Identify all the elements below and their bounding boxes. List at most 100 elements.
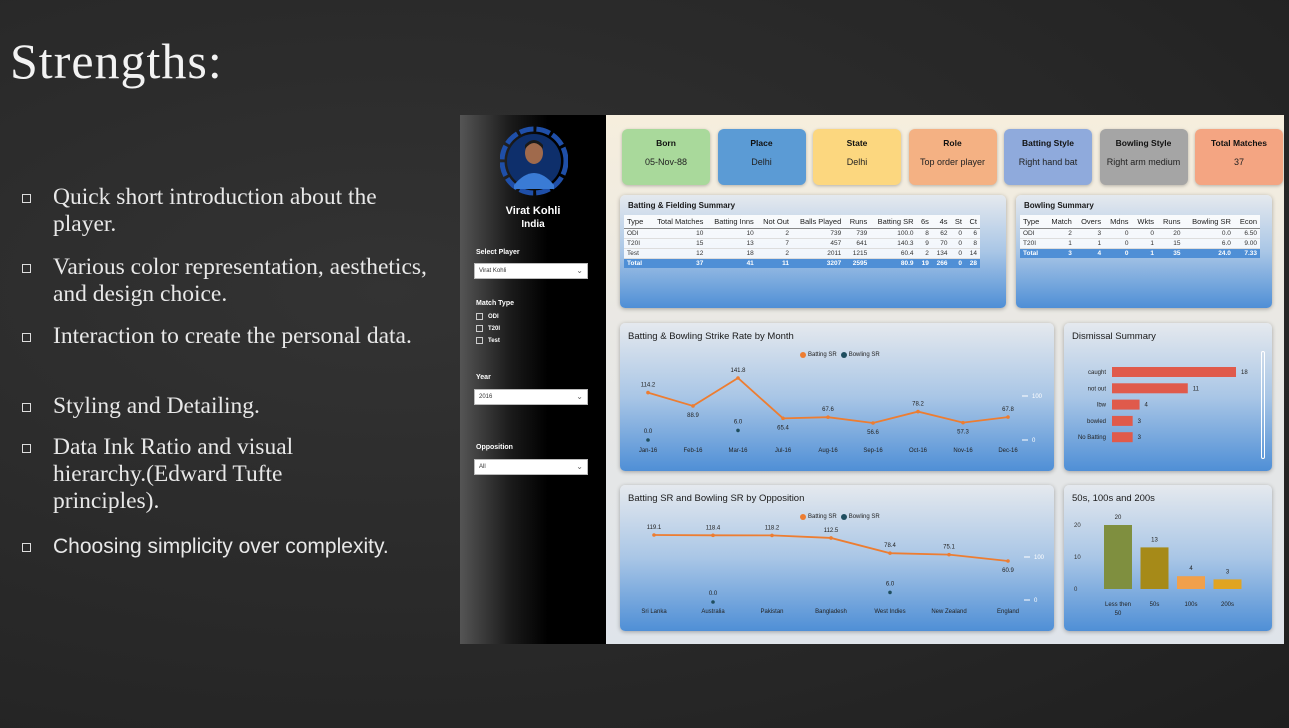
batting-sr-point[interactable] — [829, 536, 833, 540]
table-header-cell[interactable]: Batting Inns — [706, 215, 757, 229]
y-tick-label: 20 — [1074, 523, 1081, 529]
table-cell: T20I — [1020, 238, 1046, 249]
table-cell: 7 — [756, 238, 792, 249]
table-header-cell[interactable]: Mdns — [1104, 215, 1132, 229]
table-header-cell[interactable]: Econ — [1233, 215, 1260, 229]
bullet-text: Data Ink Ratio and visual hierarchy.(Edw… — [53, 434, 294, 514]
table-cell: 15 — [1157, 238, 1184, 249]
table-cell: 20 — [1157, 228, 1184, 239]
batting-sr-point[interactable] — [652, 533, 656, 537]
dashboard-main: Born 05-Nov-88 Place Delhi State Delhi Role Top… — [606, 115, 1284, 644]
batting-sr-point[interactable] — [961, 420, 965, 425]
table-header-cell[interactable]: Wkts — [1131, 215, 1158, 229]
batting-sr-point[interactable] — [947, 552, 951, 557]
table-cell: 0 — [1104, 238, 1132, 249]
table-cell: 8 — [964, 238, 980, 249]
table-header-cell[interactable]: Runs — [1157, 215, 1184, 229]
batting-sr-point[interactable] — [781, 416, 785, 421]
batting-sr-point[interactable] — [888, 551, 892, 555]
info-card-value: Top order player — [919, 157, 986, 167]
table-header-cell[interactable]: Bowling SR — [1183, 215, 1234, 229]
dashboard: Virat Kohli India Select Player Virat Ko… — [460, 115, 1284, 644]
dismissal-bar[interactable] — [1112, 399, 1140, 410]
table-row: ODI 10 10 2 739 739 100.0 8 62 0 6 — [624, 228, 980, 239]
table-header-cell[interactable]: 6s — [916, 215, 932, 229]
info-card-title: Place — [750, 138, 773, 148]
player-name: Virat Kohli — [505, 205, 561, 217]
y-tick-label: No Batting — [1078, 435, 1106, 441]
bullet-box-icon — [22, 543, 31, 552]
table-header-cell[interactable]: Batting SR — [870, 215, 917, 229]
player-country: India — [521, 219, 545, 230]
column-bar[interactable] — [1140, 547, 1169, 589]
dismissal-bar[interactable] — [1112, 367, 1236, 377]
batting-sr-point[interactable] — [871, 421, 875, 425]
x-tick-label: Aug-16 — [818, 448, 838, 454]
year-label: Year — [476, 374, 491, 381]
table-cell: 6 — [964, 228, 980, 239]
x-tick-label: Australia — [701, 609, 725, 615]
bullet-text: Quick short introduction about the playe… — [53, 184, 377, 237]
checkbox-label: ODI — [488, 313, 499, 320]
data-label: 78.4 — [884, 543, 896, 549]
batting-sr-point[interactable] — [916, 409, 920, 414]
table-cell: 9 — [916, 238, 932, 249]
table-cell: 0 — [950, 238, 965, 249]
bowling-sr-point[interactable] — [711, 600, 715, 604]
table-header-cell[interactable]: Type — [1020, 215, 1046, 229]
x-tick-label: Jan-16 — [639, 448, 658, 454]
table-header-cell[interactable]: Not Out — [756, 215, 792, 229]
table-header-cell[interactable]: Overs — [1074, 215, 1105, 229]
table-cell: 6.0 — [1183, 238, 1234, 249]
dismissal-bar[interactable] — [1112, 383, 1188, 394]
table-header-cell[interactable]: 4s — [931, 215, 951, 229]
column-bar[interactable] — [1213, 579, 1242, 589]
batting-sr-point[interactable] — [711, 533, 715, 538]
data-label: 88.9 — [687, 413, 699, 419]
table-cell: 0 — [950, 228, 965, 239]
match-type-odi-checkbox[interactable]: ODI — [476, 313, 499, 320]
batting-sr-point[interactable] — [826, 415, 830, 419]
info-card-value: 05-Nov-88 — [644, 157, 688, 167]
bowling-sr-point[interactable] — [646, 438, 650, 442]
batting-sr-point[interactable] — [1006, 415, 1010, 419]
select-player-dropdown[interactable]: Virat Kohli ⌄ — [474, 263, 588, 279]
table-cell: 12 — [648, 248, 707, 259]
info-card-title: Batting Style — [1022, 138, 1074, 148]
table-header-cell[interactable]: Total Matches — [648, 215, 707, 229]
table-header-cell[interactable]: Ct — [964, 215, 980, 229]
opposition-dropdown[interactable]: All ⌄ — [474, 459, 588, 475]
batting-sr-point[interactable] — [770, 533, 774, 538]
batting-sr-point[interactable] — [1006, 559, 1010, 563]
y-tick-label: lbw — [1097, 403, 1107, 409]
table-cell: 14 — [964, 248, 980, 259]
year-dropdown[interactable]: 2016 ⌄ — [474, 389, 588, 405]
checkbox-icon — [476, 313, 483, 320]
match-type-t20i-checkbox[interactable]: T20I — [476, 325, 500, 332]
batting-sr-point[interactable] — [646, 390, 650, 395]
table-row: Test 12 18 2 2011 1215 60.4 2 134 0 14 — [624, 248, 980, 259]
dismissal-bar[interactable] — [1112, 432, 1133, 443]
batting-sr-point[interactable] — [736, 376, 740, 380]
bowling-sr-point[interactable] — [736, 428, 740, 433]
column-bar[interactable] — [1177, 576, 1205, 589]
table-header-cell[interactable]: Runs — [844, 215, 871, 229]
info-card: State Delhi — [813, 129, 901, 185]
match-type-test-checkbox[interactable]: Test — [476, 337, 500, 344]
month-line-chart: 100 0 114.2 0.0 Jan-16 88.9 Feb-16 141.8 6.0 Mar-… — [639, 368, 1043, 454]
info-card: Bowling Style Right arm medium — [1099, 129, 1188, 185]
bowling-sr-point[interactable] — [888, 590, 892, 595]
bullet-box-icon — [22, 333, 31, 342]
table-cell: 457 — [791, 238, 845, 249]
table-cell: ODI — [624, 228, 649, 239]
x-tick-label: 200s — [1221, 602, 1234, 608]
table-header-cell[interactable]: Balls Played — [791, 215, 845, 229]
scrollbar[interactable] — [1261, 351, 1265, 459]
table-header-cell[interactable]: Match — [1045, 215, 1075, 229]
table-header-cell[interactable]: St — [950, 215, 965, 229]
table-cell: 140.3 — [870, 238, 917, 249]
table-header-cell[interactable]: Type — [624, 215, 649, 229]
dismissal-bar[interactable] — [1112, 415, 1133, 426]
column-bar[interactable] — [1104, 525, 1132, 589]
batting-sr-point[interactable] — [691, 404, 695, 408]
